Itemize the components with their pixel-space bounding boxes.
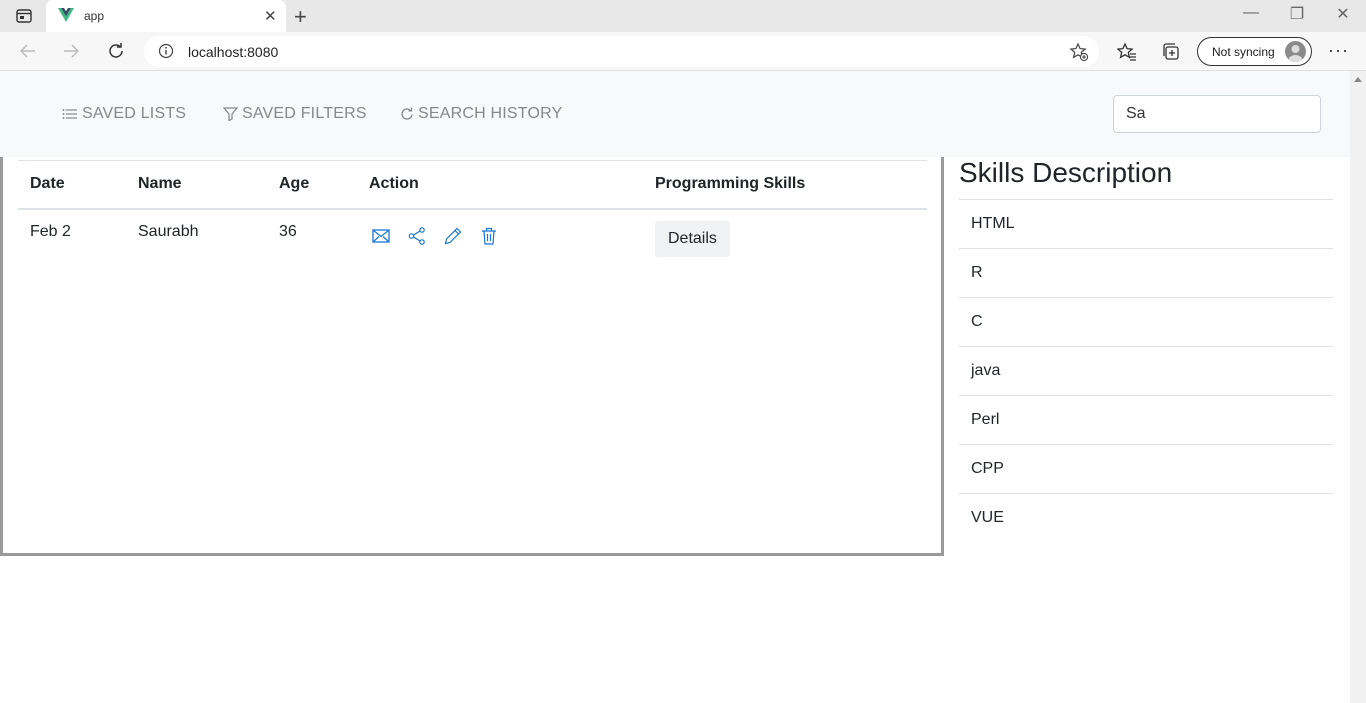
close-window-icon[interactable]: ✕ [1320,4,1366,24]
cell-name: Saurabh [138,222,199,240]
history-icon [401,107,413,120]
search-input[interactable] [1113,95,1321,133]
app-navbar: SAVED LISTS SAVED FILTERS SEARCH HISTORY [0,71,1350,157]
table-header-row: Date Name Age Action Programming Skills [18,160,927,209]
sync-label: Not syncing [1212,45,1275,59]
details-button[interactable]: Details [655,220,730,257]
column-header-age[interactable]: Age [267,161,357,209]
cell-programming-skills: Details [643,209,927,269]
site-info-icon[interactable] [158,43,174,64]
browser-toolbar: localhost:8080 Not syncing ··· [0,32,1366,71]
search-history-link[interactable]: SEARCH HISTORY [400,105,562,123]
skills-list: HTML R C java Perl CPP VUE [959,199,1333,543]
scroll-up-arrow-icon[interactable] [1354,77,1362,82]
url-text: localhost:8080 [188,44,279,60]
list-item[interactable]: R [959,249,1333,298]
more-options-icon[interactable]: ··· [1328,40,1349,61]
list-item[interactable]: CPP [959,445,1333,494]
list-item[interactable]: java [959,347,1333,396]
list-item[interactable]: Perl [959,396,1333,445]
column-header-action[interactable]: Action [357,161,643,209]
table-row: Feb 2 Saurabh 36 Details [18,209,927,269]
mail-icon[interactable] [369,226,393,246]
back-icon[interactable] [14,39,42,63]
minimize-icon[interactable]: — [1228,4,1274,22]
vue-logo-icon [58,8,74,22]
refresh-icon[interactable] [102,39,130,63]
page-content: SAVED LISTS SAVED FILTERS SEARCH HISTORY… [0,71,1350,703]
avatar-icon [1285,41,1306,62]
cell-age: 36 [279,222,297,240]
column-header-name[interactable]: Name [126,161,267,209]
restore-icon[interactable]: ❐ [1274,4,1320,24]
cell-actions [357,209,643,269]
favorites-icon[interactable] [1116,41,1138,63]
saved-lists-link[interactable]: SAVED LISTS [62,105,186,123]
saved-lists-label: SAVED LISTS [82,105,187,122]
address-bar[interactable]: localhost:8080 [144,36,1099,67]
trash-icon[interactable] [477,226,501,246]
tab-actions-icon[interactable] [10,6,38,26]
filter-icon [223,107,238,121]
collections-icon[interactable] [1160,41,1182,63]
list-item[interactable]: HTML [959,200,1333,249]
add-favorite-icon[interactable] [1069,42,1089,67]
edit-icon[interactable] [441,226,465,246]
list-item[interactable]: C [959,298,1333,347]
profile-sync-button[interactable]: Not syncing [1197,37,1312,66]
search-history-label: SEARCH HISTORY [418,105,563,122]
list-item[interactable]: VUE [959,494,1333,543]
list-icon [62,109,77,119]
cell-date: Feb 2 [30,222,71,240]
skills-panel: Skills Description HTML R C java Perl CP… [959,157,1333,543]
column-header-date[interactable]: Date [18,161,126,209]
new-tab-icon[interactable]: + [294,4,307,30]
browser-tab[interactable]: app ✕ [46,0,286,32]
share-icon[interactable] [405,226,429,246]
forward-icon[interactable] [57,39,85,63]
results-table: Date Name Age Action Programming Skills … [18,160,927,269]
tab-title: app [84,9,105,23]
page-scrollbar[interactable] [1350,71,1366,703]
results-card: Date Name Age Action Programming Skills … [0,157,944,556]
browser-tab-bar: app ✕ + — ❐ ✕ [0,0,1366,32]
saved-filters-label: SAVED FILTERS [242,105,367,122]
column-header-programming-skills[interactable]: Programming Skills [643,161,927,209]
tab-close-icon[interactable]: ✕ [264,7,277,25]
saved-filters-link[interactable]: SAVED FILTERS [223,105,367,123]
skills-title: Skills Description [959,157,1173,188]
